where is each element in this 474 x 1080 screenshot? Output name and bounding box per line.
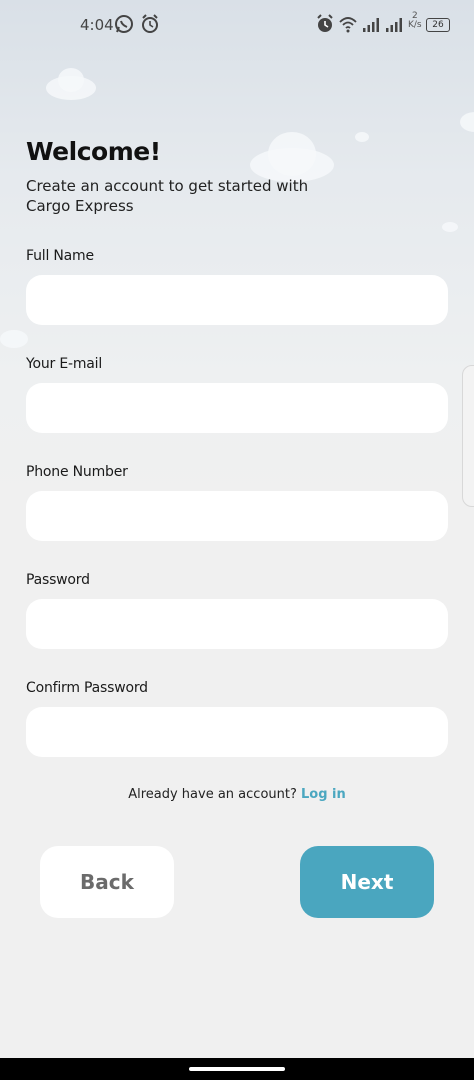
whatsapp-icon	[114, 14, 134, 38]
navigation-bar	[0, 1058, 474, 1080]
wifi-icon	[338, 14, 358, 38]
cloud-decoration	[0, 330, 28, 348]
cloud-decoration	[268, 132, 316, 176]
phone-label: Phone Number	[26, 464, 128, 480]
network-speed-unit: K/s	[408, 20, 422, 30]
phone-input[interactable]	[26, 491, 448, 541]
home-gesture-handle[interactable]	[189, 1067, 285, 1071]
login-prompt-text: Already have an account?	[128, 787, 297, 802]
page-title: Welcome!	[26, 137, 161, 166]
email-label: Your E-mail	[26, 356, 103, 372]
login-prompt: Already have an account? Log in	[0, 787, 474, 802]
network-speed: 2 K/s	[408, 12, 422, 30]
confirm-password-input[interactable]	[26, 707, 448, 757]
signal-icon	[384, 14, 404, 38]
battery-icon: 26	[426, 18, 450, 32]
alarm-icon	[316, 14, 334, 38]
password-input[interactable]	[26, 599, 448, 649]
cloud-decoration	[355, 132, 369, 142]
cloud-decoration	[442, 222, 458, 232]
battery-level: 26	[432, 20, 444, 30]
email-input[interactable]	[26, 383, 448, 433]
signal-icon	[361, 14, 381, 38]
cloud-decoration	[58, 68, 84, 92]
password-label: Password	[26, 572, 90, 588]
status-bar: 4:04 2 K/s 26	[0, 0, 474, 52]
full-name-input[interactable]	[26, 275, 448, 325]
full-name-label: Full Name	[26, 248, 94, 264]
back-button[interactable]: Back	[40, 846, 174, 918]
next-button[interactable]: Next	[300, 846, 434, 918]
page-subtitle: Create an account to get started with Ca…	[26, 177, 309, 215]
edge-panel-handle[interactable]	[462, 365, 474, 507]
cloud-decoration	[460, 112, 474, 132]
alarm-icon	[141, 14, 159, 38]
confirm-password-label: Confirm Password	[26, 680, 148, 696]
status-time: 4:04	[80, 16, 114, 34]
login-link[interactable]: Log in	[301, 787, 346, 802]
